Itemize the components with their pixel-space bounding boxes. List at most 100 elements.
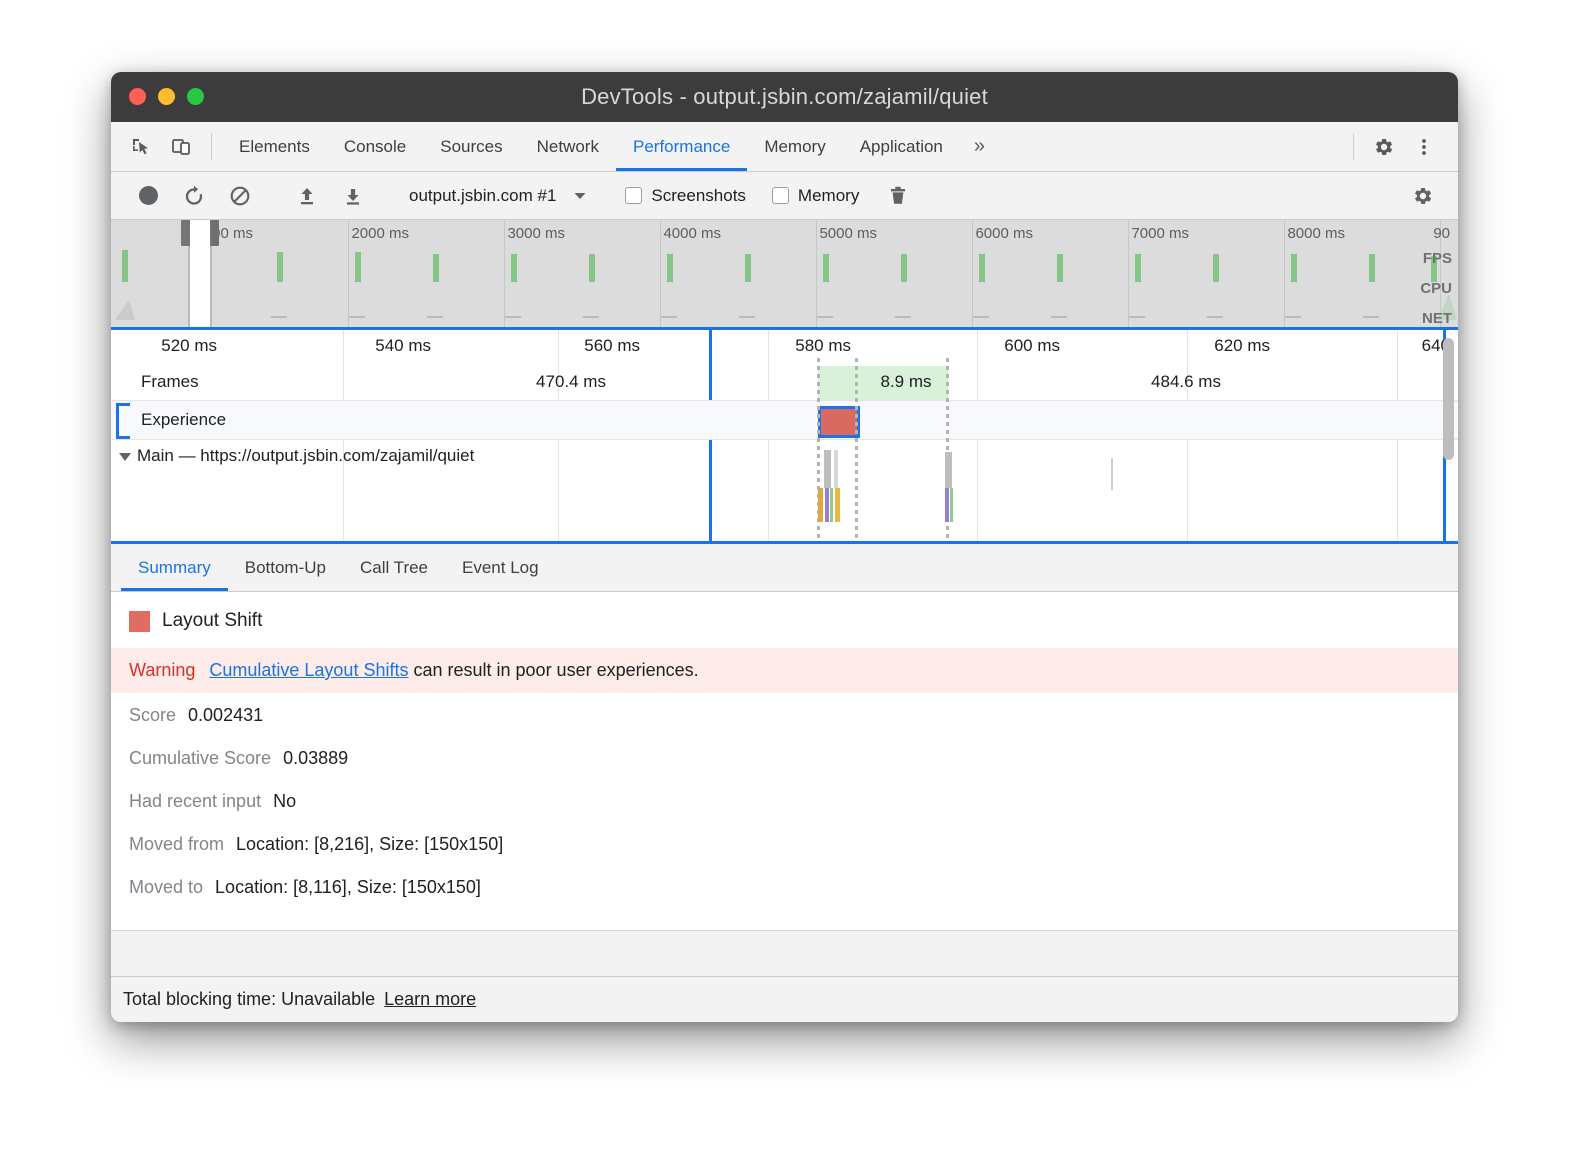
- tab-performance[interactable]: Performance: [616, 122, 747, 171]
- window-title: DevTools - output.jsbin.com/zajamil/quie…: [111, 84, 1458, 110]
- tab-network[interactable]: Network: [520, 122, 616, 171]
- tab-network-label: Network: [537, 137, 599, 157]
- tab-call-tree-label: Call Tree: [360, 558, 428, 578]
- more-tabs-button[interactable]: »: [960, 122, 999, 171]
- detail-key-moved-from: Moved from: [129, 834, 224, 855]
- upload-arrow-icon[interactable]: [284, 172, 330, 219]
- main-event-bar[interactable]: [945, 488, 949, 522]
- zoom-window-button[interactable]: [187, 88, 204, 105]
- layout-shift-color-swatch: [129, 611, 150, 632]
- record-circle-icon[interactable]: [125, 172, 171, 219]
- flame-tick-560: 560 ms: [584, 336, 648, 356]
- frame-duration-2: 8.9 ms: [851, 372, 961, 392]
- tab-memory[interactable]: Memory: [747, 122, 842, 171]
- trash-icon[interactable]: [875, 172, 921, 219]
- tab-memory-label: Memory: [764, 137, 825, 157]
- flame-tick-600: 600 ms: [1004, 336, 1068, 356]
- main-event-bar[interactable]: [824, 450, 831, 488]
- download-arrow-icon[interactable]: [330, 172, 376, 219]
- main-event-bar[interactable]: [834, 450, 838, 488]
- devtools-window: DevTools - output.jsbin.com/zajamil/quie…: [111, 72, 1458, 1022]
- detail-key-cumulative-score: Cumulative Score: [129, 748, 271, 769]
- main-event-bar[interactable]: [818, 488, 823, 522]
- overview-selection-handle-left[interactable]: [181, 220, 190, 246]
- flame-tick-580: 580 ms: [795, 336, 859, 356]
- details-tab-strip: Summary Bottom-Up Call Tree Event Log: [111, 544, 1458, 592]
- tab-bottom-up[interactable]: Bottom-Up: [228, 544, 343, 591]
- more-tabs-label: »: [974, 135, 985, 158]
- session-selector[interactable]: output.jsbin.com #1: [409, 186, 556, 206]
- main-event-bar[interactable]: [825, 488, 829, 522]
- main-event-bar[interactable]: [830, 488, 833, 522]
- tab-sources[interactable]: Sources: [423, 122, 519, 171]
- tab-summary-label: Summary: [138, 558, 211, 578]
- detail-row-cumulative-score: Cumulative Score 0.03889: [111, 736, 1458, 779]
- detail-key-score: Score: [129, 705, 176, 726]
- frame-duration-1: 470.4 ms: [351, 372, 791, 392]
- main-event-bar[interactable]: [1111, 458, 1113, 490]
- tab-application[interactable]: Application: [843, 122, 960, 171]
- frames-row-label: Frames: [141, 372, 199, 392]
- tab-bottom-up-label: Bottom-Up: [245, 558, 326, 578]
- capture-settings-gear-icon[interactable]: [1400, 172, 1446, 219]
- clear-no-entry-icon[interactable]: [217, 172, 263, 219]
- summary-event-title: Layout Shift: [111, 592, 1458, 648]
- warning-text: Cumulative Layout Shifts can result in p…: [209, 660, 698, 681]
- tab-event-log[interactable]: Event Log: [445, 544, 556, 591]
- flame-chart-pane[interactable]: 520 ms 540 ms 560 ms 580 ms 600 ms 620 m…: [111, 330, 1458, 544]
- experience-track-row[interactable]: Experience: [111, 400, 1458, 440]
- performance-toolbar: output.jsbin.com #1 Screenshots Memory: [111, 172, 1458, 220]
- summary-details-panel: Layout Shift Warning Cumulative Layout S…: [111, 592, 1458, 976]
- inspect-element-icon[interactable]: [121, 122, 161, 171]
- experience-selection-bracket: [116, 403, 130, 439]
- tab-console-label: Console: [344, 137, 406, 157]
- device-toolbar-icon[interactable]: [161, 122, 201, 171]
- triangle-down-icon[interactable]: [119, 453, 131, 461]
- session-dropdown-chevron-down-icon[interactable]: [556, 188, 604, 204]
- main-event-bar[interactable]: [945, 452, 952, 488]
- memory-checkbox-box[interactable]: [772, 187, 789, 204]
- main-event-bar[interactable]: [835, 488, 840, 522]
- detail-value-moved-to: Location: [8,116], Size: [150x150]: [215, 877, 481, 898]
- flame-chart-scrollbar[interactable]: [1443, 338, 1454, 460]
- tab-application-label: Application: [860, 137, 943, 157]
- details-bottom-strip: [111, 930, 1458, 976]
- detail-value-had-recent-input: No: [273, 791, 296, 812]
- main-thread-track-row[interactable]: Main — https://output.jsbin.com/zajamil/…: [111, 442, 1458, 541]
- event-divider-line-2: [855, 358, 858, 544]
- detail-row-score: Score 0.002431: [111, 693, 1458, 736]
- session-label: output.jsbin.com #1: [409, 186, 556, 206]
- warning-tail-text: can result in poor user experiences.: [413, 660, 698, 680]
- overview-selection-window[interactable]: [188, 220, 212, 327]
- detail-row-moved-to: Moved to Location: [8,116], Size: [150x1…: [111, 865, 1458, 908]
- minimize-window-button[interactable]: [158, 88, 175, 105]
- cumulative-layout-shifts-link[interactable]: Cumulative Layout Shifts: [209, 660, 408, 680]
- timeline-overview[interactable]: 1000 ms 2000 ms 3000 ms 4000 ms 5000 ms …: [111, 220, 1458, 330]
- frame-duration-3: 484.6 ms: [1061, 372, 1311, 392]
- overview-dimmer-left: [111, 220, 188, 327]
- tab-elements-label: Elements: [239, 137, 310, 157]
- screenshots-checkbox-box[interactable]: [625, 187, 642, 204]
- close-window-button[interactable]: [129, 88, 146, 105]
- tab-elements[interactable]: Elements: [222, 122, 327, 171]
- frames-row[interactable]: Frames 470.4 ms 8.9 ms 484.6 ms: [111, 366, 1458, 400]
- tabstrip-spacer: [999, 122, 1343, 171]
- learn-more-link[interactable]: Learn more: [384, 989, 476, 1010]
- screenshots-checkbox[interactable]: Screenshots: [625, 186, 746, 206]
- tab-call-tree[interactable]: Call Tree: [343, 544, 445, 591]
- detail-row-had-recent-input: Had recent input No: [111, 779, 1458, 822]
- tab-console[interactable]: Console: [327, 122, 423, 171]
- flame-tick-520: 520 ms: [161, 336, 225, 356]
- reload-icon[interactable]: [171, 172, 217, 219]
- flame-tick-540: 540 ms: [375, 336, 439, 356]
- detail-value-moved-from: Location: [8,216], Size: [150x150]: [236, 834, 503, 855]
- main-thread-label: Main — https://output.jsbin.com/zajamil/…: [137, 446, 474, 466]
- detail-value-cumulative-score: 0.03889: [283, 748, 348, 769]
- settings-gear-icon[interactable]: [1364, 122, 1404, 171]
- memory-checkbox-label: Memory: [798, 186, 859, 206]
- layout-shift-event-marker[interactable]: [818, 406, 860, 438]
- tab-summary[interactable]: Summary: [121, 544, 228, 591]
- main-event-bar[interactable]: [950, 488, 953, 522]
- memory-checkbox[interactable]: Memory: [772, 186, 859, 206]
- more-options-kebab-icon[interactable]: [1404, 122, 1444, 171]
